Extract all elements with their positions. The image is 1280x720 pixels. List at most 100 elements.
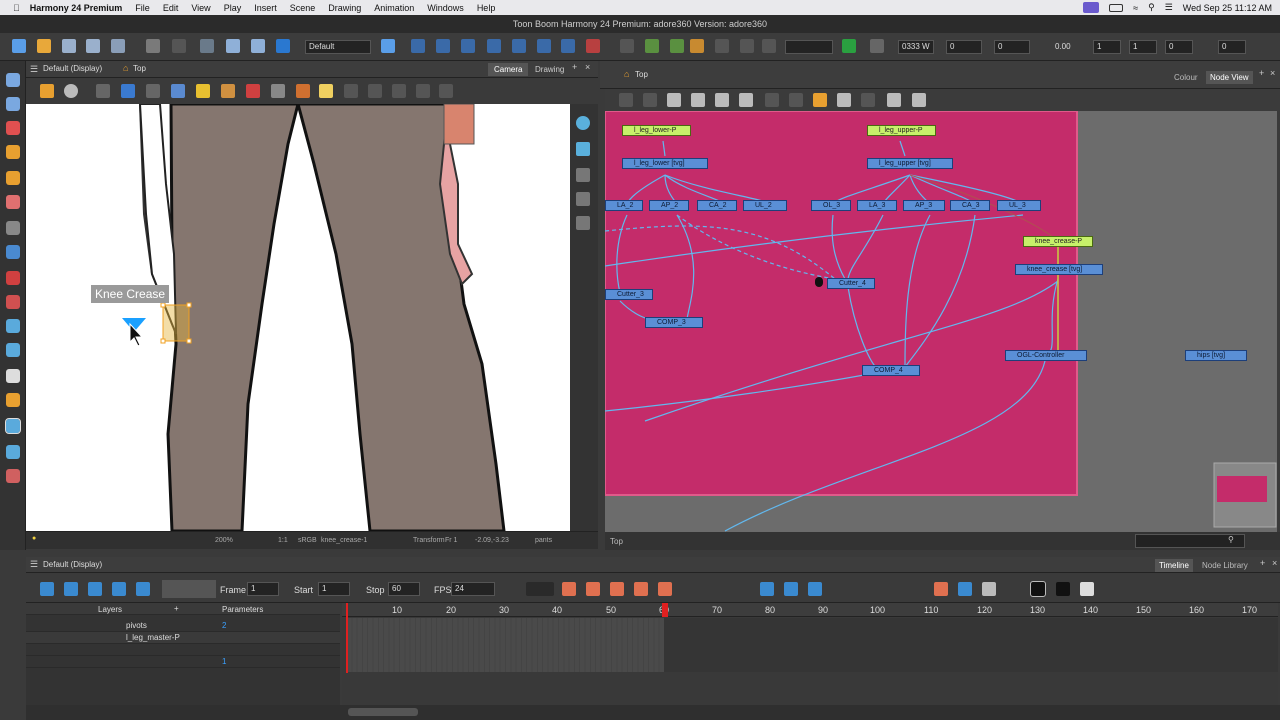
layers-stack-icon[interactable]	[576, 216, 590, 230]
paste-icon[interactable]	[251, 39, 265, 53]
game-bone-icon[interactable]	[740, 39, 754, 53]
workspace-manager-button[interactable]	[381, 39, 395, 53]
layer-name[interactable]: l_leg_master-P	[126, 632, 180, 644]
menu-drawing[interactable]: Drawing	[328, 3, 361, 13]
weighted-deform-icon[interactable]	[715, 39, 729, 53]
app-menu[interactable]: Harmony 24 Premium	[30, 3, 123, 13]
view-eye-icon[interactable]	[576, 116, 590, 130]
menu-scene[interactable]: Scene	[290, 3, 316, 13]
align-right-icon[interactable]	[739, 93, 753, 107]
start-field[interactable]: 1	[318, 582, 350, 596]
add-keyframe-icon[interactable]	[784, 582, 798, 596]
deformer-select[interactable]	[785, 40, 833, 54]
sound-scrub-icon[interactable]	[136, 582, 150, 596]
rigging-tool-icon[interactable]	[6, 393, 20, 407]
paint-tool-icon[interactable]	[6, 271, 20, 285]
search-icon[interactable]: ⚲	[1228, 535, 1234, 544]
group-icon[interactable]	[765, 93, 779, 107]
node-la-2[interactable]: LA_2	[605, 200, 643, 211]
home-icon[interactable]: ⌂	[624, 69, 629, 79]
pivot-tool-icon[interactable]	[6, 319, 20, 333]
camera-breadcrumb-top[interactable]: Top	[133, 64, 146, 73]
frame-field[interactable]: 1	[247, 582, 279, 596]
layer-name[interactable]: pivots	[126, 620, 147, 632]
add-layer-icon[interactable]: +	[174, 603, 179, 615]
lock-icon[interactable]	[196, 84, 210, 98]
save-as-button[interactable]	[86, 39, 100, 53]
bone-tool-icon[interactable]	[537, 39, 551, 53]
playback-speed-slider[interactable]	[162, 580, 216, 598]
apple-icon[interactable]: 	[13, 3, 20, 13]
navigator-icon[interactable]	[912, 93, 926, 107]
bulb-icon[interactable]: ●	[32, 535, 36, 542]
add-view-icon[interactable]: +	[572, 62, 577, 72]
node-l-leg-lower-peg[interactable]: l_leg_lower-P	[622, 125, 691, 136]
eyedropper-tool-icon[interactable]	[6, 295, 20, 309]
stop-motion-icon[interactable]	[634, 582, 648, 596]
redo-button[interactable]	[172, 39, 186, 53]
kinematic-output-icon[interactable]	[762, 39, 776, 53]
pivot-icon[interactable]	[411, 39, 425, 53]
select-tool-icon[interactable]	[6, 73, 20, 87]
tab-colour[interactable]: Colour	[1174, 73, 1198, 82]
down-level-icon[interactable]	[643, 93, 657, 107]
control-center-icon[interactable]: ☰	[1165, 2, 1173, 13]
bone-display-icon[interactable]	[221, 84, 235, 98]
node-knee-crease-peg[interactable]: knee_crease-P	[1023, 236, 1093, 247]
stamp-tool-icon[interactable]	[6, 171, 20, 185]
node-tree-icon[interactable]	[837, 93, 851, 107]
undo-button[interactable]	[146, 39, 160, 53]
x-position-field[interactable]: 0	[946, 40, 982, 54]
preview-icon[interactable]	[368, 84, 382, 98]
deformer-display-icon[interactable]	[246, 84, 260, 98]
node-l-leg-upper-peg[interactable]: l_leg_upper-P	[867, 125, 936, 136]
tab-node-library[interactable]: Node Library	[1202, 561, 1248, 570]
composite-icon[interactable]	[887, 93, 901, 107]
morph-tool-icon[interactable]	[6, 469, 20, 483]
save-button[interactable]	[62, 39, 76, 53]
reset-transform-icon[interactable]	[586, 39, 600, 53]
transform-tool-icon[interactable]	[487, 39, 501, 53]
zoom-value[interactable]: 200%	[215, 537, 233, 544]
filter-dropdown-icon[interactable]	[870, 39, 884, 53]
timeline-settings-icon[interactable]	[1030, 581, 1046, 597]
node-knee-crease-drawing[interactable]: knee_crease [tvg]	[1015, 264, 1103, 275]
open-scene-button[interactable]	[37, 39, 51, 53]
ease-out-icon[interactable]	[586, 582, 600, 596]
eraser-tool-icon[interactable]	[6, 195, 20, 209]
timeline-frames[interactable]: 10 20 30 40 50 60 70 80 90 100 110 120 1…	[342, 603, 1278, 705]
angle-field[interactable]: 0	[1165, 40, 1193, 54]
opengl-icon[interactable]	[416, 84, 430, 98]
transform-tool-icon[interactable]	[5, 418, 21, 434]
search-icon[interactable]: ⚲	[1148, 2, 1155, 13]
drawing-substitution-icon[interactable]	[958, 582, 972, 596]
peg-icon[interactable]	[861, 93, 875, 107]
rotate-tool-icon[interactable]	[436, 39, 450, 53]
node-graph[interactable]: l_leg_lower-P l_leg_upper-P l_leg_lower …	[605, 111, 1277, 532]
layers-icon[interactable]	[576, 142, 590, 156]
pen-icon[interactable]	[271, 84, 285, 98]
close-panel-icon[interactable]: ×	[585, 62, 590, 72]
brush-tool-icon[interactable]	[6, 121, 20, 135]
menu-play[interactable]: Play	[224, 3, 242, 13]
sound-icon[interactable]	[112, 582, 126, 596]
motion-path-icon[interactable]	[658, 582, 672, 596]
timeline-view-select[interactable]: Default (Display)	[43, 560, 102, 569]
backdrop-icon[interactable]	[813, 93, 827, 107]
pencil-tool-icon[interactable]	[6, 145, 20, 159]
play-button[interactable]	[40, 582, 54, 596]
screen-share-icon[interactable]	[1083, 2, 1100, 13]
timeline-markers-icon[interactable]	[1080, 582, 1094, 596]
scale-y-field[interactable]: 1	[1129, 40, 1157, 54]
light-table-icon[interactable]	[319, 84, 333, 98]
distribute-icon[interactable]	[715, 93, 729, 107]
menu-file[interactable]: File	[135, 3, 150, 13]
show-all-icon[interactable]	[439, 84, 453, 98]
node-comp-4[interactable]: COMP_4	[862, 365, 920, 376]
timeline-zoom-slider[interactable]	[348, 708, 418, 716]
timeline-view-icon[interactable]	[1056, 582, 1070, 596]
rotate-view-icon[interactable]	[6, 343, 20, 357]
node-ap-2[interactable]: AP_2	[649, 200, 689, 211]
tab-node-view[interactable]: Node View	[1206, 71, 1253, 84]
loop-icon[interactable]	[88, 582, 102, 596]
